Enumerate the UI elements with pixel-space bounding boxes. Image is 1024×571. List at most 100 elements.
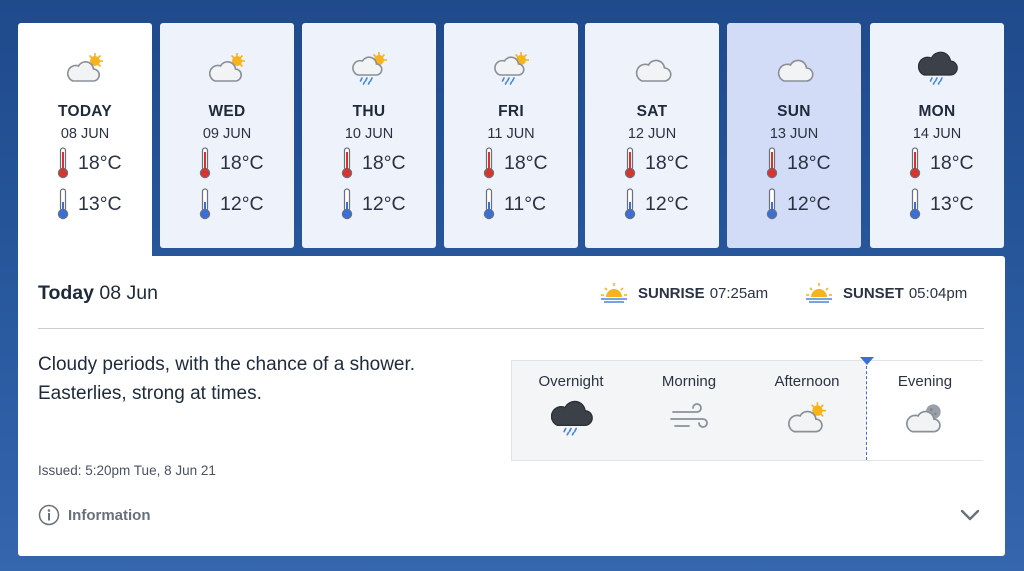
day-date: 12 JUN <box>627 126 677 142</box>
sun-shower-icon <box>350 51 390 85</box>
day-date: 13 JUN <box>769 126 819 142</box>
min-temp: 12°C <box>765 188 831 220</box>
current-time-line <box>866 361 867 460</box>
sun-cloud-icon <box>208 51 248 85</box>
thermometer-hot-icon <box>56 147 70 179</box>
moon-cloud-icon <box>906 404 941 433</box>
period-forecast: Overnight Morning Afternoon Evening <box>511 357 984 461</box>
day-tab-sat[interactable]: SAT 12 JUN 18°C 12°C <box>585 23 719 248</box>
thermometer-cold-icon <box>340 188 354 220</box>
issued-time: Issued: 5:20pm Tue, 8 Jun 21 <box>38 463 216 478</box>
detail-title: Today 08 Jun <box>38 282 158 305</box>
cloud-icon <box>775 51 815 85</box>
period-label: Afternoon <box>774 373 840 390</box>
dark-cloud-rain-icon <box>918 51 958 85</box>
day-tab-fri[interactable]: FRI 11 JUN 18°C 11°C <box>444 23 578 248</box>
thermometer-cold-icon <box>56 188 70 220</box>
wind-icon <box>670 403 708 428</box>
day-tab-sun[interactable]: SUN 13 JUN 18°C 12°C <box>727 23 861 248</box>
information-label: Information <box>68 506 151 524</box>
sun-shower-icon <box>492 51 532 85</box>
max-temp-value: 18°C <box>645 151 689 174</box>
sunset-icon <box>806 283 832 303</box>
detail-title-date: 08 Jun <box>99 282 158 304</box>
max-temp-value: 18°C <box>220 151 264 174</box>
min-temp: 13°C <box>908 188 974 220</box>
forecast-description: Cloudy periods, with the chance of a sho… <box>38 350 488 408</box>
day-tab-thu[interactable]: THU 10 JUN 18°C 12°C <box>302 23 436 248</box>
thermometer-hot-icon <box>482 147 496 179</box>
thermometer-hot-icon <box>765 147 779 179</box>
min-temp: 12°C <box>340 188 406 220</box>
thermometer-cold-icon <box>198 188 212 220</box>
max-temp: 18°C <box>623 147 689 179</box>
cloud-icon <box>633 51 673 85</box>
max-temp-value: 18°C <box>504 151 548 174</box>
thermometer-cold-icon <box>908 188 922 220</box>
information-button[interactable]: Information <box>38 504 151 526</box>
max-temp-value: 18°C <box>78 151 122 174</box>
max-temp: 18°C <box>908 147 974 179</box>
min-temp: 12°C <box>198 188 264 220</box>
period-label: Morning <box>661 373 717 390</box>
min-temp: 13°C <box>56 188 122 220</box>
min-temp-value: 13°C <box>930 192 974 215</box>
min-temp-value: 12°C <box>787 192 831 215</box>
period-morning: Morning <box>630 361 748 460</box>
thermometer-hot-icon <box>340 147 354 179</box>
period-overnight: Overnight <box>512 361 630 460</box>
period-label: Evening <box>897 373 953 390</box>
min-temp: 11°C <box>482 188 546 220</box>
period-afternoon: Afternoon <box>748 361 866 460</box>
day-name: FRI <box>498 103 524 120</box>
sunset-time: 05:04pm <box>908 284 968 302</box>
min-temp-value: 12°C <box>645 192 689 215</box>
sunrise: SUNRISE 07:25am <box>600 282 768 304</box>
min-temp-value: 11°C <box>504 192 547 215</box>
day-date: 08 JUN <box>60 126 110 142</box>
thermometer-hot-icon <box>908 147 922 179</box>
thermometer-cold-icon <box>765 188 779 220</box>
sunset: SUNSET 05:04pm <box>805 282 967 304</box>
day-date: 10 JUN <box>344 126 394 142</box>
day-tab-today[interactable]: TODAY 08 JUN 18°C 13°C <box>18 23 152 257</box>
current-time-marker <box>860 357 874 365</box>
day-detail-panel: Today 08 Jun SUNRISE 07:25am SUNSET 05:0… <box>18 256 1005 556</box>
max-temp: 18°C <box>765 147 831 179</box>
dark-cloud-rain-icon <box>551 399 593 437</box>
day-date: 14 JUN <box>912 126 962 142</box>
max-temp: 18°C <box>340 147 406 179</box>
day-date: 09 JUN <box>202 126 252 142</box>
sun-cloud-icon <box>66 51 106 85</box>
info-icon <box>38 504 60 526</box>
thermometer-hot-icon <box>198 147 212 179</box>
day-tab-mon[interactable]: MON 14 JUN 18°C 13°C <box>870 23 1004 248</box>
max-temp: 18°C <box>56 147 122 179</box>
min-temp-value: 12°C <box>362 192 406 215</box>
day-name: MON <box>918 103 956 120</box>
thermometer-cold-icon <box>482 188 496 220</box>
forecast-days: TODAY 08 JUN 18°C 13°C WED 09 JUN 18°C 1… <box>18 23 1005 257</box>
day-date: 11 JUN <box>487 126 535 142</box>
min-temp-value: 13°C <box>78 192 122 215</box>
period-label: Overnight <box>538 373 604 390</box>
sun-cloud-icon <box>787 399 829 437</box>
day-name: SUN <box>777 103 811 120</box>
day-name: WED <box>208 103 246 120</box>
max-temp: 18°C <box>198 147 264 179</box>
thermometer-cold-icon <box>623 188 637 220</box>
description-line: Easterlies, strong at times. <box>38 383 262 404</box>
period-evening: Evening <box>866 361 984 460</box>
day-tab-wed[interactable]: WED 09 JUN 18°C 12°C <box>160 23 294 248</box>
divider <box>38 328 984 329</box>
day-name: TODAY <box>57 103 113 120</box>
sunrise-icon <box>601 283 627 303</box>
detail-title-day: Today <box>38 282 94 304</box>
min-temp: 12°C <box>623 188 689 220</box>
description-line: Cloudy periods, with the chance of a sho… <box>38 354 416 375</box>
max-temp-value: 18°C <box>787 151 831 174</box>
day-name: SAT <box>636 103 668 120</box>
max-temp-value: 18°C <box>362 151 406 174</box>
chevron-down-icon[interactable] <box>958 506 982 524</box>
day-name: THU <box>352 103 386 120</box>
